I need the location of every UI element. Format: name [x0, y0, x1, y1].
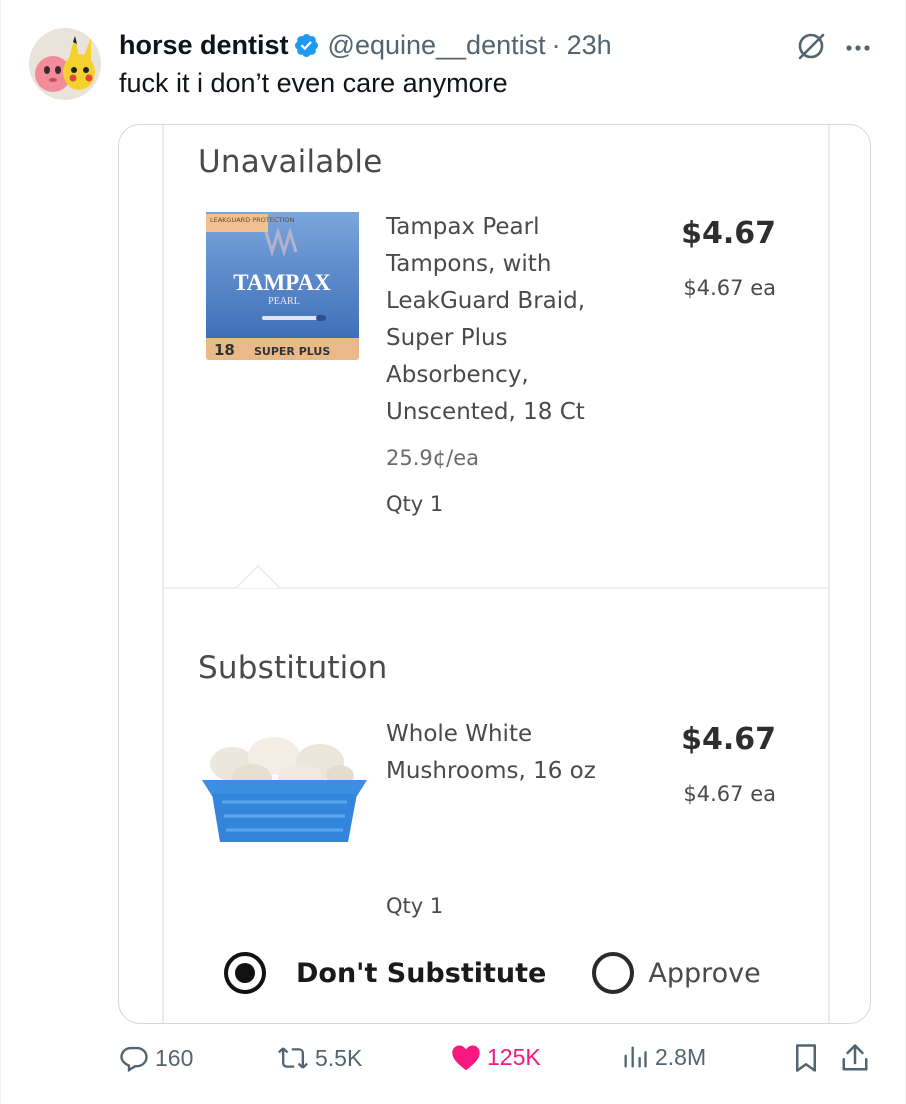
tweet-text: fuck it i don’t even care anymore	[119, 68, 508, 98]
more-icon[interactable]	[845, 40, 871, 58]
bookmark-button[interactable]	[793, 1043, 819, 1073]
substitution-price: $4.67	[681, 722, 776, 757]
tweet-header: horse dentist @equine__dentist · 23h	[119, 30, 612, 60]
mushroom-basket-image	[202, 736, 367, 851]
approve-label[interactable]: Approve	[648, 958, 760, 989]
box-count-text: 18	[214, 341, 235, 359]
unavailable-title: Unavailable	[198, 144, 383, 180]
reply-button[interactable]: 160	[119, 1043, 193, 1073]
tweet-actions: 160 5.5K 125K 2.8M	[119, 1043, 875, 1083]
substitution-screen: Unavailable LEAKGUARD PROTECTION TAMPAX …	[162, 125, 830, 1023]
grok-icon[interactable]	[795, 30, 827, 67]
tweet[interactable]: horse dentist @equine__dentist · 23h fuc	[0, 0, 906, 1104]
unavailable-product-name[interactable]: Tampax Pearl Tampons, with LeakGuard Bra…	[386, 209, 616, 431]
views-count: 2.8M	[655, 1043, 707, 1070]
unavailable-price-each: $4.67 ea	[683, 276, 776, 300]
box-brand-text: TAMPAX	[233, 270, 331, 295]
unavailable-price: $4.67	[681, 216, 776, 251]
separator-dot: ·	[551, 29, 561, 60]
substitution-qty: Qty 1	[386, 894, 444, 918]
bookmark-icon	[793, 1043, 819, 1073]
substitution-product-name[interactable]: Whole White Mushrooms, 16 oz	[386, 716, 616, 790]
share-icon	[841, 1043, 869, 1073]
media-image[interactable]: Unavailable LEAKGUARD PROTECTION TAMPAX …	[118, 124, 871, 1024]
repost-button[interactable]: 5.5K	[277, 1043, 362, 1073]
views-button[interactable]: 2.8M	[621, 1043, 706, 1071]
reply-count: 160	[155, 1044, 194, 1071]
unavailable-qty: Qty 1	[386, 492, 444, 516]
substitute-options: Don't Substitute Approve	[224, 952, 761, 994]
views-icon	[621, 1043, 649, 1071]
repost-count: 5.5K	[315, 1044, 363, 1071]
heart-icon	[451, 1043, 481, 1071]
like-count: 125K	[487, 1043, 541, 1070]
repost-icon	[277, 1043, 309, 1073]
tampax-box-image: LEAKGUARD PROTECTION TAMPAX PEARL 18 SUP…	[206, 210, 361, 367]
dont-substitute-label[interactable]: Don't Substitute	[296, 958, 546, 989]
box-size-text: SUPER PLUS	[254, 345, 330, 358]
dont-substitute-radio[interactable]	[224, 952, 266, 994]
share-button[interactable]	[841, 1043, 869, 1073]
substitution-price-each: $4.67 ea	[683, 782, 776, 806]
unavailable-unit-price: 25.9¢/ea	[386, 446, 479, 470]
timestamp[interactable]: 23h	[567, 30, 612, 61]
header-icons	[795, 30, 871, 67]
box-leakguard-text: LEAKGUARD PROTECTION	[210, 216, 294, 224]
display-name[interactable]: horse dentist	[119, 30, 289, 61]
reply-icon	[119, 1043, 149, 1073]
like-button[interactable]: 125K	[451, 1043, 541, 1071]
avatar[interactable]	[29, 28, 101, 100]
divider-notch	[236, 564, 280, 589]
handle[interactable]: @equine__dentist	[328, 30, 546, 61]
verified-badge-icon[interactable]	[293, 32, 320, 59]
substitution-title: Substitution	[198, 650, 388, 686]
box-variant-text: PEARL	[268, 296, 300, 307]
approve-radio[interactable]	[592, 952, 635, 994]
